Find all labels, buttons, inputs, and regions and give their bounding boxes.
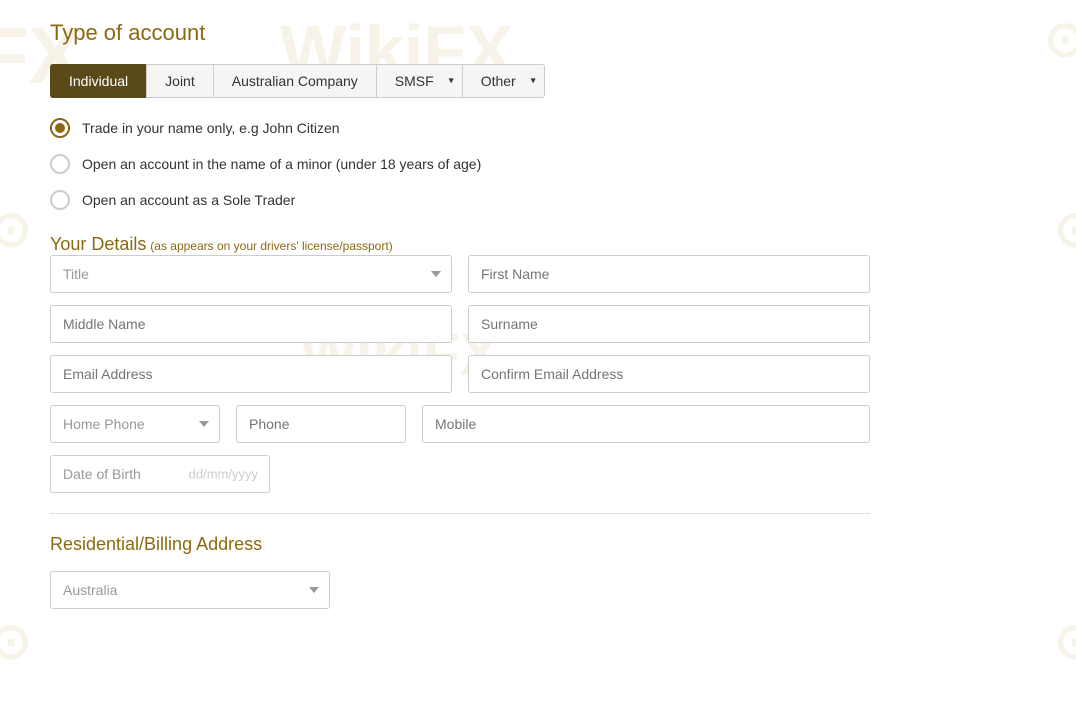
tab-individual-label: Individual — [69, 73, 128, 89]
phone-row: Home Phone Mobile Work Phone — [50, 405, 870, 443]
account-type-tabs: Individual Joint Australian Company SMSF… — [50, 64, 870, 98]
confirm-email-col — [468, 355, 870, 393]
watermark-icon-mid-right: ⊙ — [1054, 200, 1076, 258]
radio-trade-own[interactable]: Trade in your name only, e.g John Citize… — [50, 118, 870, 138]
dob-input[interactable] — [50, 455, 270, 493]
dob-wrap: dd/mm/yyyy — [50, 455, 270, 493]
email-row — [50, 355, 870, 393]
your-details-section: Your Details (as appears on your drivers… — [50, 234, 870, 514]
your-details-title: Your Details — [50, 234, 146, 254]
country-select[interactable]: Australia New Zealand United States Unit… — [50, 571, 330, 609]
tab-joint-label: Joint — [165, 73, 195, 89]
tab-smsf[interactable]: SMSF ▾ — [376, 64, 462, 98]
radio-minor[interactable]: Open an account in the name of a minor (… — [50, 154, 870, 174]
dob-row: dd/mm/yyyy — [50, 455, 870, 493]
surname-col — [468, 305, 870, 343]
radio-trade-own-label: Trade in your name only, e.g John Citize… — [82, 120, 340, 136]
page-title: Type of account — [50, 20, 870, 46]
middlename-col — [50, 305, 452, 343]
mobile-input[interactable] — [422, 405, 870, 443]
middlename-surname-row — [50, 305, 870, 343]
phone-input[interactable] — [236, 405, 406, 443]
firstname-col — [468, 255, 870, 293]
tab-joint[interactable]: Joint — [146, 64, 213, 98]
radio-trade-own-circle — [50, 118, 70, 138]
tab-australian-company-label: Australian Company — [232, 73, 358, 89]
title-firstname-row: Title Mr Mrs Ms Dr — [50, 255, 870, 293]
radio-sole-trader[interactable]: Open an account as a Sole Trader — [50, 190, 870, 210]
section-divider — [50, 513, 870, 514]
watermark-icon-top-right: ⊙ — [1044, 10, 1076, 68]
your-details-subtitle: (as appears on your drivers' license/pas… — [150, 239, 392, 253]
title-select[interactable]: Title Mr Mrs Ms Dr — [50, 255, 452, 293]
phone-type-select[interactable]: Home Phone Mobile Work Phone — [50, 405, 220, 443]
email-col — [50, 355, 452, 393]
title-col: Title Mr Mrs Ms Dr — [50, 255, 452, 293]
phone-number-col — [236, 405, 406, 443]
billing-title: Residential/Billing Address — [50, 534, 870, 555]
account-radio-group: Trade in your name only, e.g John Citize… — [50, 118, 870, 210]
mobile-col — [422, 405, 870, 443]
phone-type-col: Home Phone Mobile Work Phone — [50, 405, 220, 443]
first-name-input[interactable] — [468, 255, 870, 293]
tab-other-label: Other — [481, 73, 516, 89]
middle-name-input[interactable] — [50, 305, 452, 343]
billing-section: Residential/Billing Address Australia Ne… — [50, 534, 870, 609]
tab-australian-company[interactable]: Australian Company — [213, 64, 376, 98]
smsf-dropdown-arrow: ▾ — [449, 76, 454, 87]
tab-individual[interactable]: Individual — [50, 64, 146, 98]
radio-sole-trader-label: Open an account as a Sole Trader — [82, 192, 295, 208]
tab-other[interactable]: Other ▾ — [462, 64, 545, 98]
country-row: Australia New Zealand United States Unit… — [50, 571, 870, 609]
other-dropdown-arrow: ▾ — [531, 76, 536, 87]
radio-minor-label: Open an account in the name of a minor (… — [82, 156, 481, 172]
radio-minor-circle — [50, 154, 70, 174]
confirm-email-input[interactable] — [468, 355, 870, 393]
tab-smsf-label: SMSF — [395, 73, 434, 89]
watermark-icon-bot-right: ⊙ — [1054, 612, 1076, 670]
main-content: Type of account Individual Joint Austral… — [0, 0, 900, 629]
surname-input[interactable] — [468, 305, 870, 343]
radio-sole-trader-circle — [50, 190, 70, 210]
country-col: Australia New Zealand United States Unit… — [50, 571, 330, 609]
email-input[interactable] — [50, 355, 452, 393]
